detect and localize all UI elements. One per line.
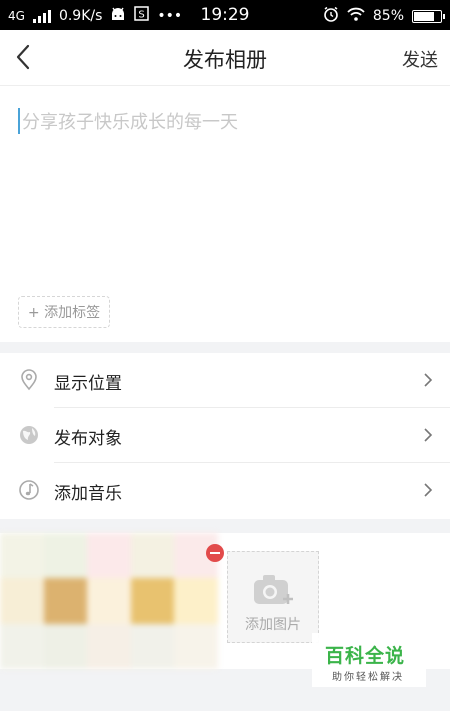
option-label: 发布对象 [54, 429, 122, 449]
selected-photo-thumbnail[interactable] [0, 533, 218, 669]
remove-photo-button[interactable] [206, 544, 224, 562]
battery-icon [412, 9, 445, 23]
status-bar: 4G 0.9K/s S ••• 19:29 85% [0, 0, 450, 30]
chevron-right-icon [422, 481, 434, 499]
camera-plus-icon [252, 572, 296, 608]
add-photo-label: 添加图片 [245, 617, 301, 633]
battery-percent: 85% [372, 8, 404, 24]
options-list: 显示位置 发布对象 添加音乐 [0, 353, 450, 519]
alarm-icon [323, 6, 339, 26]
option-add-music[interactable]: 添加音乐 [0, 463, 450, 518]
location-pin-icon [18, 369, 40, 391]
globe-icon [18, 424, 40, 446]
option-show-location[interactable]: 显示位置 [0, 353, 450, 408]
chevron-right-icon [422, 426, 434, 444]
send-button[interactable]: 发送 [402, 46, 438, 72]
watermark-logo: 百科全说 助你轻松解决 [312, 633, 426, 687]
post-composer[interactable]: 分享孩子快乐成长的每一天 + 添加标签 [0, 86, 450, 342]
wifi-icon [347, 7, 365, 25]
music-note-icon [18, 479, 40, 501]
add-photo-button[interactable]: 添加图片 [227, 551, 319, 643]
option-label: 显示位置 [54, 374, 122, 394]
text-cursor [18, 108, 20, 134]
page-title: 发布相册 [183, 48, 267, 72]
top-navbar: 发布相册 发送 [0, 30, 450, 86]
watermark-title: 百科全说 [325, 645, 406, 667]
option-audience[interactable]: 发布对象 [0, 408, 450, 463]
option-label: 添加音乐 [54, 484, 122, 504]
watermark-subtitle: 助你轻松解决 [332, 672, 404, 683]
chevron-right-icon [422, 371, 434, 389]
post-text-input[interactable]: 分享孩子快乐成长的每一天 [22, 108, 238, 134]
add-tag-button[interactable]: + 添加标签 [18, 296, 110, 328]
